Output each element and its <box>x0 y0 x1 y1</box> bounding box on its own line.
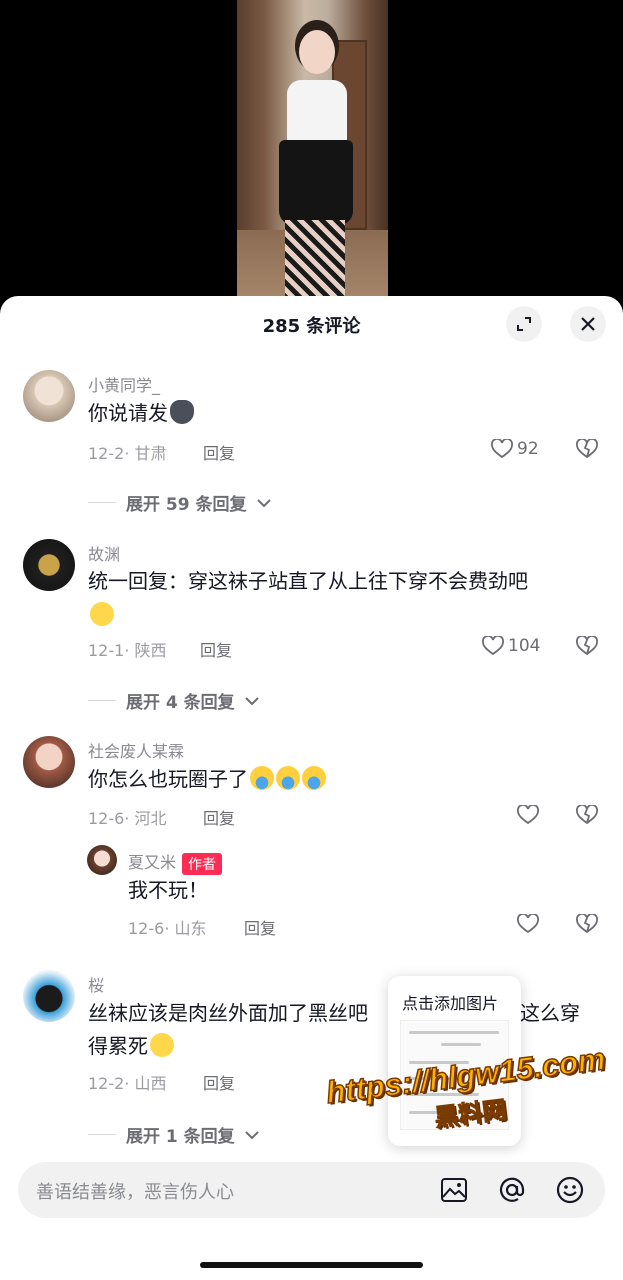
heart-icon <box>491 439 513 459</box>
comment-username[interactable]: 小黄同学_ <box>88 372 160 396</box>
add-image-popup[interactable]: 点击添加图片 <box>388 976 521 1146</box>
expand-replies-button[interactable]: 展开 4 条回复 <box>88 688 259 713</box>
expand-replies-label: 展开 4 条回复 <box>126 693 235 713</box>
avatar[interactable] <box>23 736 75 788</box>
reply-text: 我不玩！ <box>128 878 208 902</box>
home-indicator[interactable] <box>200 1262 423 1268</box>
image-button[interactable] <box>438 1174 470 1206</box>
dislike-button[interactable] <box>576 438 598 463</box>
dislike-button[interactable] <box>576 913 598 938</box>
comment-date-location: 12-2· 甘肃 <box>88 444 167 463</box>
emoji-button[interactable] <box>554 1174 586 1206</box>
comment-text-tail: 这么穿 <box>520 1001 580 1025</box>
comment-text-content: 得累死 <box>88 1034 148 1058</box>
screenshot-thumbnail[interactable] <box>400 1020 509 1130</box>
person-legs <box>285 220 345 300</box>
expand-replies-label: 展开 59 条回复 <box>126 495 247 515</box>
chevron-down-icon <box>256 498 271 507</box>
chevron-down-icon <box>244 1130 259 1139</box>
mention-button[interactable] <box>496 1174 528 1206</box>
thumbnail-line <box>409 1077 459 1080</box>
cat-emoji <box>170 400 194 424</box>
close-icon <box>581 317 595 331</box>
reply-button[interactable]: 回复 <box>203 1070 235 1094</box>
dislike-heart-icon <box>576 804 598 825</box>
dislike-button[interactable] <box>576 804 598 829</box>
like-button[interactable] <box>517 914 539 934</box>
like-button[interactable]: 92 <box>491 439 539 459</box>
like-count: 104 <box>508 636 541 656</box>
expand-icon <box>517 317 531 331</box>
crying-emoji <box>250 766 274 790</box>
comment-text-line2: 得累死 <box>88 1029 174 1063</box>
thumbnail-line <box>409 1093 479 1096</box>
worried-emoji <box>90 602 114 626</box>
video-area[interactable] <box>0 0 623 300</box>
chevron-down-icon <box>244 696 259 705</box>
dislike-heart-icon <box>576 438 598 459</box>
crying-emoji <box>276 766 300 790</box>
thumbnail-line <box>441 1043 481 1046</box>
comment-sheet: 285 条评论 小黄同学_ 你说请发 12-2· 甘肃 回复 92 展开 59 … <box>0 296 623 1280</box>
comment-date-location: 12-2· 山西 <box>88 1074 167 1093</box>
reply-date-location: 12-6· 山东 <box>128 919 207 938</box>
comment-text: 丝袜应该是肉丝外面加了黑丝吧 <box>88 996 368 1030</box>
reply-username[interactable]: 夏又米 作者 <box>128 849 223 875</box>
avatar[interactable] <box>23 970 75 1022</box>
reply-button[interactable]: 回复 <box>203 805 235 829</box>
person-head <box>299 30 335 74</box>
avatar[interactable] <box>23 539 75 591</box>
like-button[interactable]: 104 <box>482 636 540 656</box>
emoji-icon <box>556 1176 584 1204</box>
dislike-heart-icon <box>576 913 598 934</box>
heart-icon <box>517 914 539 934</box>
comment-date-location: 12-6· 河北 <box>88 809 167 828</box>
comment-username[interactable]: 故渊 <box>88 541 120 565</box>
like-count: 92 <box>517 439 539 459</box>
comment-username[interactable]: 桜 <box>88 972 104 996</box>
reply-username-text: 夏又米 <box>128 853 177 872</box>
reply-avatar[interactable] <box>87 845 117 875</box>
heart-icon <box>517 805 539 825</box>
image-icon <box>441 1178 467 1202</box>
expand-replies-label: 展开 1 条回复 <box>126 1127 235 1147</box>
add-image-label: 点击添加图片 <box>402 994 499 1013</box>
dislike-button[interactable] <box>576 635 598 660</box>
author-badge: 作者 <box>182 852 223 875</box>
divider <box>88 700 116 701</box>
smile-emoji <box>150 1033 174 1057</box>
person-skirt <box>279 140 353 225</box>
expand-replies-button[interactable]: 展开 59 条回复 <box>88 490 271 515</box>
reply-button[interactable]: 回复 <box>244 915 276 939</box>
thumbnail-line <box>409 1031 499 1034</box>
comment-text-content: 你说请发 <box>88 401 168 425</box>
divider <box>88 502 116 503</box>
avatar[interactable] <box>23 370 75 422</box>
reply-button[interactable]: 回复 <box>200 637 232 661</box>
like-button[interactable] <box>517 805 539 825</box>
expand-replies-button[interactable]: 展开 1 条回复 <box>88 1122 259 1147</box>
divider <box>88 1134 116 1135</box>
comment-text: 你说请发 <box>88 396 194 430</box>
comment-text-content: 丝袜应该是肉丝外面加了黑丝吧 <box>88 1001 368 1025</box>
dislike-heart-icon <box>576 635 598 656</box>
close-button[interactable] <box>570 306 606 342</box>
comment-username[interactable]: 社会废人某霖 <box>88 738 184 762</box>
thumbnail-line <box>409 1111 454 1114</box>
comment-input-placeholder[interactable]: 善语结善缘，恶言伤人心 <box>36 1178 234 1204</box>
comment-text: 你怎么也玩圈子了 <box>88 762 326 796</box>
reply-button[interactable]: 回复 <box>203 440 235 464</box>
expand-button[interactable] <box>506 306 542 342</box>
comment-input-bar[interactable]: 善语结善缘，恶言伤人心 <box>18 1162 605 1218</box>
thumbnail-line <box>409 1061 469 1064</box>
comment-text-content: 你怎么也玩圈子了 <box>88 767 248 791</box>
at-icon <box>499 1177 525 1202</box>
video-frame[interactable] <box>237 0 388 300</box>
comment-date-location: 12-1· 陕西 <box>88 641 167 660</box>
heart-icon <box>482 636 504 656</box>
comment-text-content: 统一回复：穿这袜子站直了从上往下穿不会费劲吧 <box>88 569 528 593</box>
comment-text: 统一回复：穿这袜子站直了从上往下穿不会费劲吧 <box>88 564 598 632</box>
crying-emoji <box>302 766 326 790</box>
